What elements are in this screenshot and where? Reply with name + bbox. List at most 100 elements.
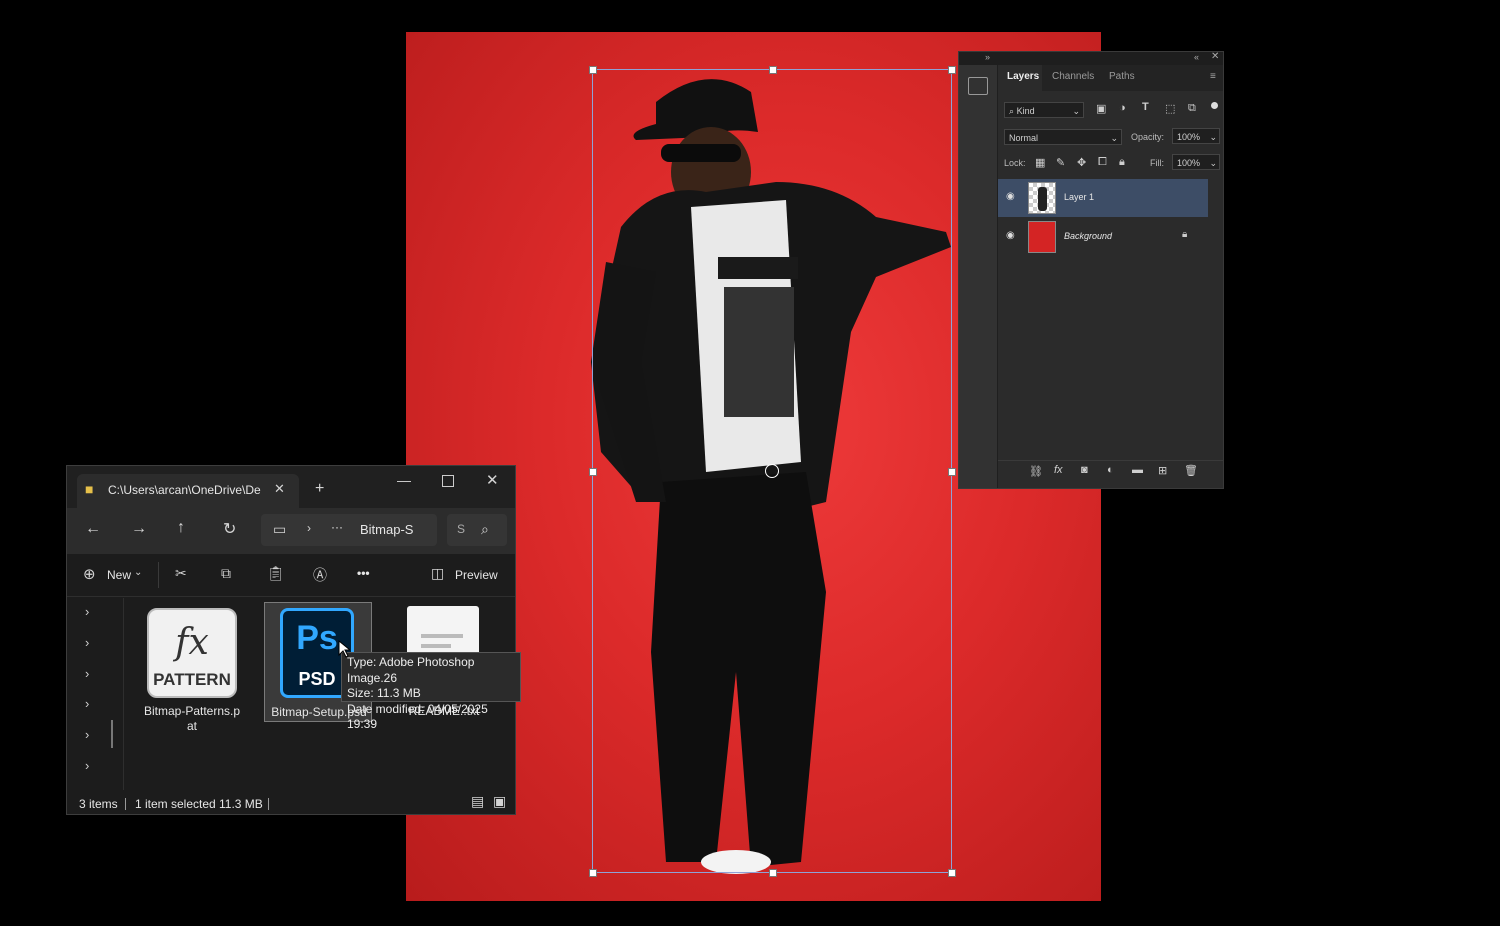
search-icon: ⌕ — [481, 521, 489, 537]
blend-mode-select[interactable]: Normal ⌄ — [1004, 129, 1122, 145]
shape-filter-icon[interactable]: ⬚ — [1165, 102, 1175, 115]
breadcrumb-ellipsis[interactable]: ··· — [331, 520, 343, 534]
paste-icon[interactable]: 📋︎ — [267, 565, 285, 582]
explorer-tab[interactable]: ■ C:\Users\arcan\OneDrive\Des ✕ — [77, 474, 299, 508]
search-placeholder: S — [457, 522, 466, 536]
collapse-panel-icon[interactable]: « — [1194, 52, 1199, 62]
transform-handle-left[interactable] — [589, 468, 597, 476]
up-arrow-icon[interactable]: ↑ — [177, 519, 185, 537]
nav-scrollbar[interactable] — [111, 720, 113, 748]
transform-bounding-box[interactable] — [589, 66, 956, 877]
trash-icon[interactable]: 🗑︎ — [1184, 464, 1198, 477]
transform-handle-bottom-right[interactable] — [948, 869, 956, 877]
eye-icon[interactable]: ◉ — [1006, 191, 1018, 203]
panel-menu-icon[interactable]: ≡ — [1210, 71, 1216, 82]
eye-icon[interactable]: ◉ — [1006, 230, 1018, 242]
refresh-icon[interactable]: ↻ — [223, 519, 236, 539]
transform-handle-top-right[interactable] — [948, 66, 956, 74]
pattern-icon-text: PATTERN — [153, 670, 231, 689]
search-icon: ⌕ — [1009, 106, 1015, 116]
reference-point-icon[interactable] — [765, 464, 779, 478]
rename-icon[interactable]: Ⓐ — [313, 565, 327, 585]
add-mask-icon[interactable]: ◙ — [1081, 464, 1088, 476]
tab-layers[interactable]: Layers — [1007, 71, 1039, 82]
blend-mode-value: Normal — [1009, 133, 1039, 143]
layers-panel-body: Layers Channels Paths ≡ ⌕ Kind ⌄ ▣ ◑ T ⬚… — [998, 65, 1223, 488]
chevron-down-icon: ⌄ — [1209, 158, 1217, 168]
expand-chevron-icon[interactable]: › — [85, 727, 89, 742]
fx-icon[interactable]: fx — [1054, 464, 1063, 476]
tab-paths[interactable]: Paths — [1109, 71, 1135, 82]
more-options-button[interactable]: ••• — [357, 566, 370, 580]
transform-handle-top-left[interactable] — [589, 66, 597, 74]
selection-size: 11.3 MB — [219, 797, 263, 811]
expand-chevron-icon[interactable]: › — [85, 635, 89, 650]
new-tab-icon[interactable]: + — [315, 480, 324, 498]
mouse-cursor-icon — [338, 640, 350, 658]
chevron-right-icon: › — [307, 521, 311, 535]
copy-icon[interactable]: ⧉ — [221, 565, 231, 582]
smart-object-filter-icon[interactable]: ⧉ — [1188, 102, 1196, 115]
preview-button[interactable]: Preview — [455, 568, 498, 582]
explorer-title-bar: ■ C:\Users\arcan\OneDrive\Des ✕ + — ✕ — [67, 466, 515, 508]
chevron-down-icon: ⌄ — [1072, 106, 1080, 116]
tooltip-size: Size: 11.3 MB — [347, 686, 421, 700]
expand-chevron-icon[interactable]: › — [85, 666, 89, 681]
file-name: Bitmap-Patterns.p at — [143, 704, 241, 733]
lock-all-icon[interactable]: 🔒︎ — [1119, 156, 1125, 169]
layer-row-background[interactable]: ◉ Background 🔒︎ — [998, 218, 1208, 256]
adjustment-layer-icon[interactable]: ◐ — [1107, 464, 1114, 476]
expand-chevron-icon[interactable]: › — [85, 604, 89, 619]
details-view-icon[interactable]: ▤ — [471, 793, 484, 810]
transform-handle-top[interactable] — [769, 66, 777, 74]
panel-title-bar: » « ✕ — [959, 51, 1223, 65]
layers-panel: » « ✕ Layers Channels Paths ≡ ⌕ Kind ⌄ ▣… — [958, 51, 1224, 489]
fill-value: 100% — [1177, 158, 1201, 168]
file-item-bitmap-patterns[interactable]: fx PATTERN Bitmap-Patterns.p at — [138, 602, 246, 733]
divider — [268, 798, 269, 810]
opacity-input[interactable]: 100% ⌄ — [1172, 128, 1220, 144]
opacity-label: Opacity: — [1131, 132, 1165, 142]
layer-filter-select[interactable]: ⌕ Kind ⌄ — [1004, 102, 1084, 118]
fill-input[interactable]: 100% ⌄ — [1172, 154, 1220, 170]
close-tab-icon[interactable]: ✕ — [274, 481, 285, 497]
background-thumbnail — [1028, 221, 1056, 253]
pixel-filter-icon[interactable]: ▣ — [1096, 102, 1106, 115]
item-count: 3 items — [79, 797, 118, 811]
filter-toggle-icon[interactable] — [1211, 102, 1218, 109]
address-bar[interactable]: ▭ › ··· Bitmap-S — [261, 514, 437, 546]
layer-row-layer-1[interactable]: ◉ Layer 1 — [998, 179, 1208, 217]
minimize-icon[interactable]: — — [397, 472, 411, 488]
transform-handle-bottom[interactable] — [769, 869, 777, 877]
new-button[interactable]: New — [107, 568, 131, 582]
lock-pixels-icon[interactable]: ✎ — [1056, 156, 1065, 169]
maximize-icon[interactable] — [442, 475, 454, 487]
expand-chevron-icon[interactable]: › — [85, 696, 89, 711]
close-window-icon[interactable]: ✕ — [486, 471, 499, 489]
breadcrumb-current[interactable]: Bitmap-S — [360, 522, 413, 537]
expand-panels-icon[interactable]: » — [985, 52, 990, 62]
back-arrow-icon[interactable]: ← — [85, 520, 101, 538]
plus-circle-icon: ⊕ — [83, 566, 96, 583]
image-panel-icon[interactable] — [968, 77, 988, 95]
lock-transparency-icon[interactable]: ▦ — [1035, 156, 1045, 169]
link-layers-icon[interactable]: ⛓︎ — [1029, 465, 1043, 478]
layers-footer: ⛓︎ fx ◙ ◐ ▬ ⊞ 🗑︎ — [998, 460, 1223, 483]
group-folder-icon[interactable]: ▬ — [1132, 464, 1143, 476]
layer-1-thumbnail — [1028, 182, 1056, 214]
transform-handle-bottom-left[interactable] — [589, 869, 597, 877]
expand-chevron-icon[interactable]: › — [85, 758, 89, 773]
transform-handle-right[interactable] — [948, 468, 956, 476]
cut-icon[interactable]: ✂ — [175, 565, 187, 582]
forward-arrow-icon[interactable]: → — [131, 520, 147, 538]
new-layer-icon[interactable]: ⊞ — [1158, 464, 1167, 477]
close-panel-icon[interactable]: ✕ — [1211, 51, 1219, 62]
search-box[interactable]: S ⌕ — [447, 514, 507, 546]
tab-channels[interactable]: Channels — [1052, 71, 1094, 82]
status-bar: 3 items 1 item selected 11.3 MB ▤ ▣ — [67, 790, 515, 814]
tiles-view-icon[interactable]: ▣ — [493, 793, 506, 810]
lock-artboard-icon[interactable]: ⧠ — [1098, 156, 1107, 169]
type-filter-icon[interactable]: T — [1142, 101, 1149, 113]
adjustment-filter-icon[interactable]: ◑ — [1119, 102, 1126, 114]
lock-position-icon[interactable]: ✥ — [1077, 156, 1086, 169]
